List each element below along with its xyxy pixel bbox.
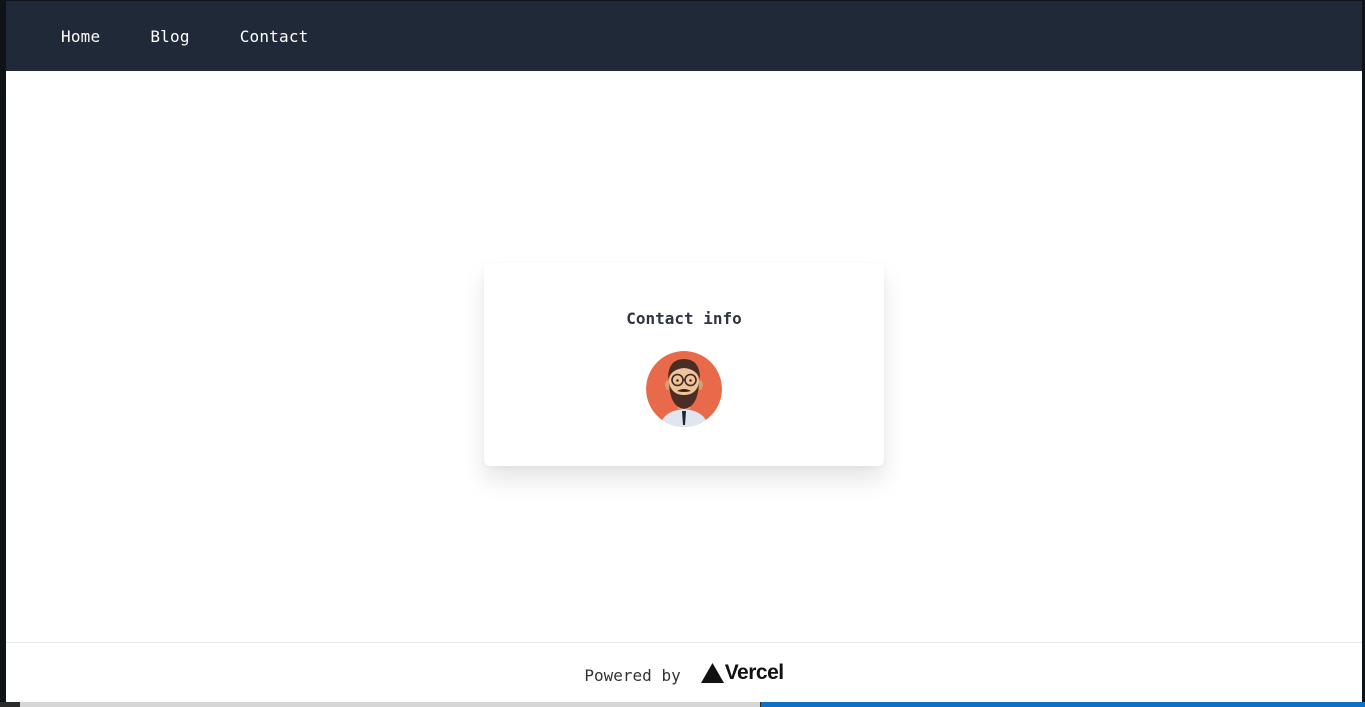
vercel-logo-link[interactable]: Vercel (700, 661, 784, 685)
nav-home-link[interactable]: Home (61, 27, 100, 46)
top-navbar: Home Blog Contact (6, 1, 1362, 71)
taskbar-status-segment (761, 702, 1365, 707)
avatar-icon (646, 351, 722, 427)
browser-window: Home Blog Contact Contact info Powered b… (6, 1, 1362, 702)
taskbar-left-segment (20, 702, 760, 707)
nav-blog-link[interactable]: Blog (150, 27, 189, 46)
os-taskbar-strip (0, 702, 1365, 707)
main-content: Contact info (6, 71, 1362, 642)
page-footer: Powered by Vercel (6, 642, 1362, 702)
vercel-triangle-icon (700, 663, 724, 683)
card-title: Contact info (626, 309, 742, 328)
powered-by-label: Powered by (584, 665, 681, 685)
nav-contact-link[interactable]: Contact (240, 27, 309, 46)
contact-card: Contact info (484, 263, 884, 466)
vercel-brand-text: Vercel (724, 661, 784, 684)
